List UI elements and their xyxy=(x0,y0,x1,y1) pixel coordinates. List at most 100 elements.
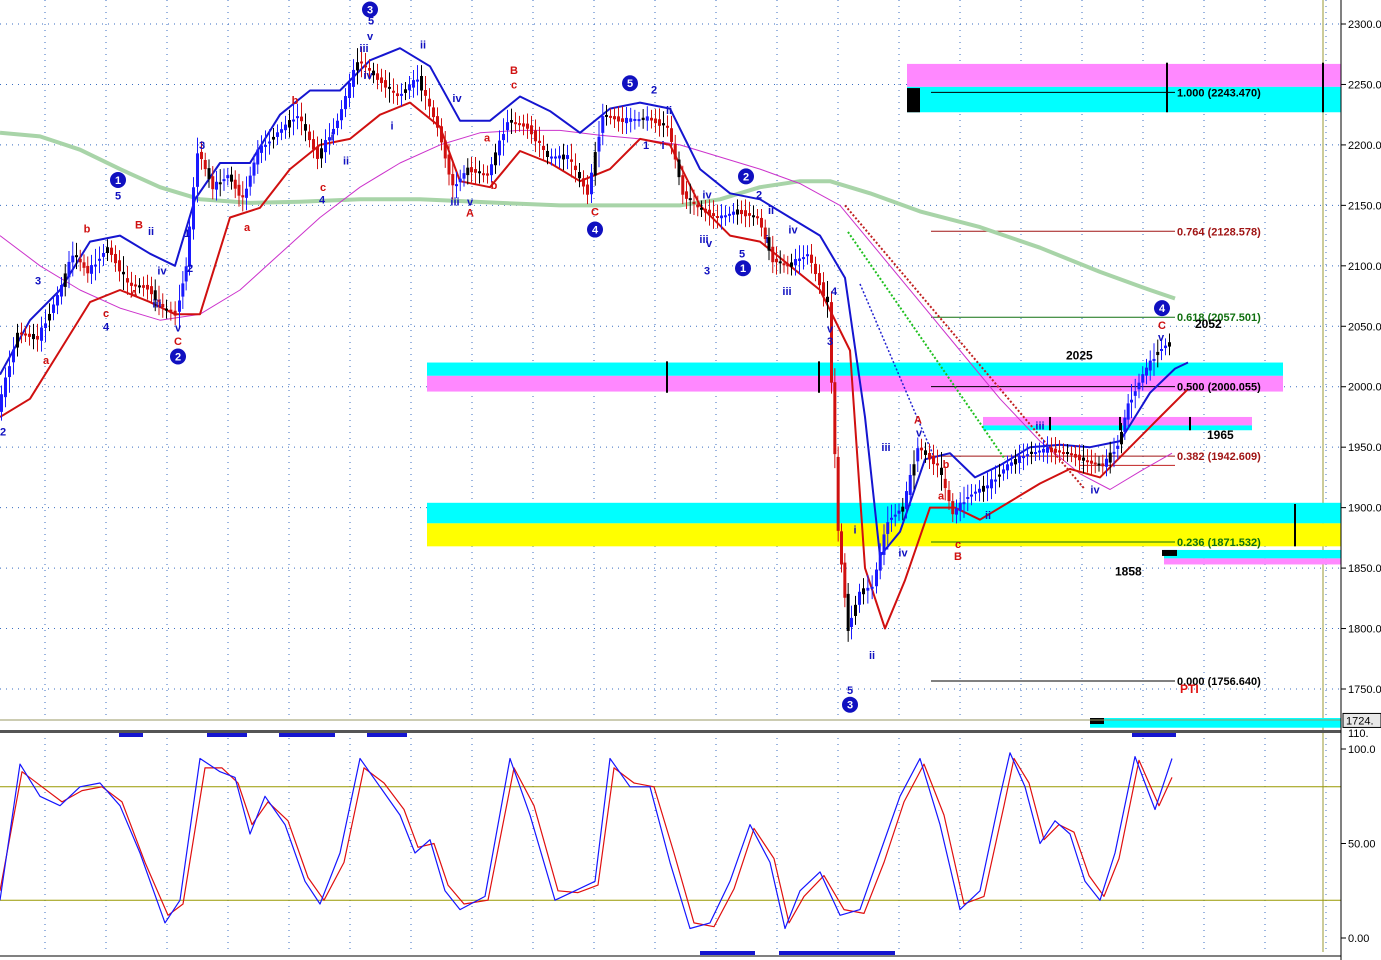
price-bar-body xyxy=(597,136,601,152)
zone-band xyxy=(907,86,1341,113)
price-bar-body xyxy=(364,65,367,68)
price-bar-body xyxy=(924,450,927,455)
price-bar-body xyxy=(542,145,545,150)
price-bar-body xyxy=(404,89,407,93)
price-bar-body xyxy=(732,211,735,215)
price-tick-label: 2250.0 xyxy=(1348,79,1381,91)
wave-label: ii xyxy=(985,510,991,522)
price-bar-body xyxy=(673,143,677,160)
price-bar-body xyxy=(826,296,829,303)
price-bar-body xyxy=(578,171,581,179)
price-bar-body xyxy=(226,175,230,179)
price-bar-body xyxy=(134,284,137,287)
price-bar-body xyxy=(470,167,473,173)
price-bar-body xyxy=(662,123,665,126)
price-bar-body xyxy=(207,168,211,180)
wave-label: iv xyxy=(788,225,798,237)
price-bar-body xyxy=(1141,374,1145,383)
price-bar-body xyxy=(905,491,908,510)
wave-label: B xyxy=(954,551,962,563)
current-price-label: 1724. xyxy=(1346,715,1374,727)
price-bar-body xyxy=(802,257,805,260)
price-bar-body xyxy=(32,334,35,340)
price-bar-body xyxy=(641,117,645,121)
price-bar-body xyxy=(890,517,893,520)
price-bar-body xyxy=(308,131,311,141)
price-bar-body xyxy=(400,93,403,96)
wave-label: iii xyxy=(782,286,791,298)
price-bar-body xyxy=(550,156,553,159)
price-tick-label: 2000.0 xyxy=(1348,382,1381,394)
price-axis: 2300.0 2250.0 2200.0 2150.0 2100.0 2050.0 2000… xyxy=(1340,0,1381,960)
price-bar-body xyxy=(882,534,886,555)
wave-label: i xyxy=(390,121,393,133)
price-bar-body xyxy=(316,146,319,159)
price-bar-body xyxy=(790,262,793,267)
price-bar-body xyxy=(447,154,451,175)
price-bar-body xyxy=(98,258,101,261)
wave-circle-label: 3 xyxy=(367,4,373,16)
panel-divider xyxy=(0,719,1341,957)
wave-label: A xyxy=(914,414,922,426)
price-bar-body xyxy=(494,152,497,166)
price-bar-body xyxy=(498,140,501,156)
price-bar-body xyxy=(412,80,415,88)
price-bar-body xyxy=(966,496,970,499)
price-bar-body xyxy=(982,485,985,492)
price-bar-body xyxy=(760,217,763,228)
wave-label: iv xyxy=(452,93,462,105)
price-bar-body xyxy=(846,593,850,631)
price-bar-body xyxy=(752,215,755,218)
price-bar-body xyxy=(1014,459,1017,465)
price-note: 2052 xyxy=(1195,317,1222,331)
price-bar-body xyxy=(708,209,711,216)
price-bar-body xyxy=(771,246,775,263)
price-bar-body xyxy=(1168,342,1171,347)
wave-label: a xyxy=(938,491,945,503)
signal-bar xyxy=(367,733,407,737)
price-bar-body xyxy=(288,120,291,128)
price-bar-body xyxy=(704,208,707,213)
price-bar-body xyxy=(340,109,343,121)
price-bar-body xyxy=(601,116,605,133)
wave-label: c xyxy=(320,182,326,194)
price-bar-body xyxy=(617,116,620,122)
wave-label: i xyxy=(330,131,333,143)
price-bar-body xyxy=(625,117,628,124)
wave-label: 4 xyxy=(319,194,326,206)
price-bar-body xyxy=(138,285,141,288)
zone-block xyxy=(1090,718,1104,725)
wave-label: 2 xyxy=(756,189,762,201)
fib-labels: 1.000 (2243.470)0.764 (2128.578)0.618 (2… xyxy=(1177,87,1261,688)
wave-label: i xyxy=(661,140,664,152)
price-bar-body xyxy=(169,309,173,313)
stoch-d-line xyxy=(0,757,1173,928)
price-bar-body xyxy=(958,502,962,512)
stoch-tick-label: 50.00 xyxy=(1348,839,1376,851)
price-bar-body xyxy=(502,134,505,141)
price-bar-body xyxy=(173,310,177,316)
wave-circle-label: 4 xyxy=(592,225,599,237)
price-bar-body xyxy=(920,447,923,451)
price-bar-body xyxy=(20,332,23,335)
price-bar-body xyxy=(218,182,222,185)
price-bar-body xyxy=(901,506,905,512)
price-bar-body xyxy=(843,562,847,598)
wave-label: a xyxy=(43,355,50,367)
price-bar-body xyxy=(1086,460,1089,463)
price-bar-body xyxy=(12,349,15,363)
price-bar-body xyxy=(90,265,93,274)
price-bar-body xyxy=(870,586,874,589)
price-bar-body xyxy=(1116,445,1120,449)
wave-label: 3 xyxy=(827,336,833,348)
wave-label: v xyxy=(367,31,374,43)
price-bar-body xyxy=(1034,452,1037,455)
price-bar-body xyxy=(605,114,608,117)
price-bar-body xyxy=(836,457,840,531)
fib-label: 0.236 (1871.532) xyxy=(1177,537,1261,549)
price-bar-body xyxy=(526,123,529,129)
wave-label: 3 xyxy=(199,140,205,152)
price-bar-body xyxy=(1018,455,1021,463)
price-bar-body xyxy=(696,204,700,208)
price-bar-body xyxy=(408,84,411,91)
